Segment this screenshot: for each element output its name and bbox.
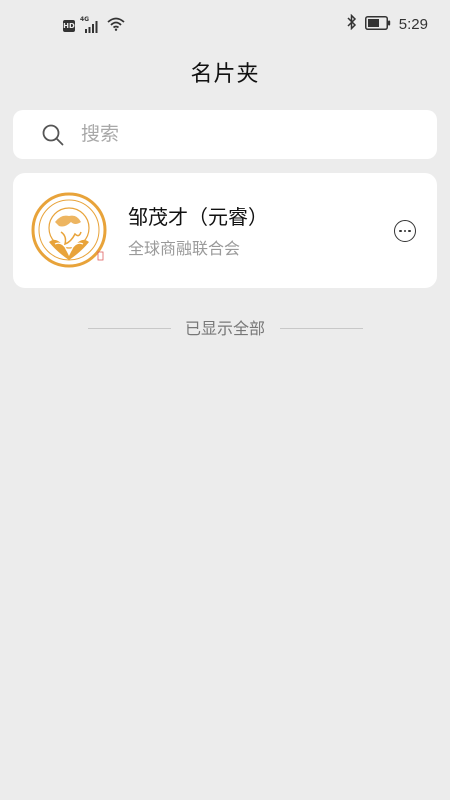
more-dot — [408, 229, 411, 233]
card-organization: 全球商融联合会 — [128, 239, 241, 258]
wifi-icon — [107, 16, 125, 35]
page-title: 名片夹 — [190, 62, 260, 87]
search-input[interactable] — [81, 119, 411, 149]
more-dot — [403, 229, 407, 233]
status-left: HD 4G — [63, 16, 125, 35]
hd-icon: HD — [63, 19, 75, 32]
more-options-icon[interactable] — [394, 220, 416, 242]
status-time: 5:29 — [398, 15, 428, 33]
search-bar[interactable] — [13, 110, 437, 159]
battery-icon — [364, 15, 391, 34]
business-card-item[interactable] — [13, 173, 437, 288]
list-end-label: 已显示全部 — [184, 319, 265, 338]
organization-logo-icon — [31, 192, 111, 272]
status-right: 5:29 — [347, 13, 428, 34]
bluetooth-icon — [347, 13, 357, 34]
card-name[interactable]: 邹茂才（元睿） — [128, 201, 268, 230]
signal-icon: 4G — [80, 16, 102, 34]
more-dot — [399, 229, 402, 233]
search-icon — [42, 124, 64, 150]
status-bar: HD 4G 5:29 — [0, 0, 450, 50]
